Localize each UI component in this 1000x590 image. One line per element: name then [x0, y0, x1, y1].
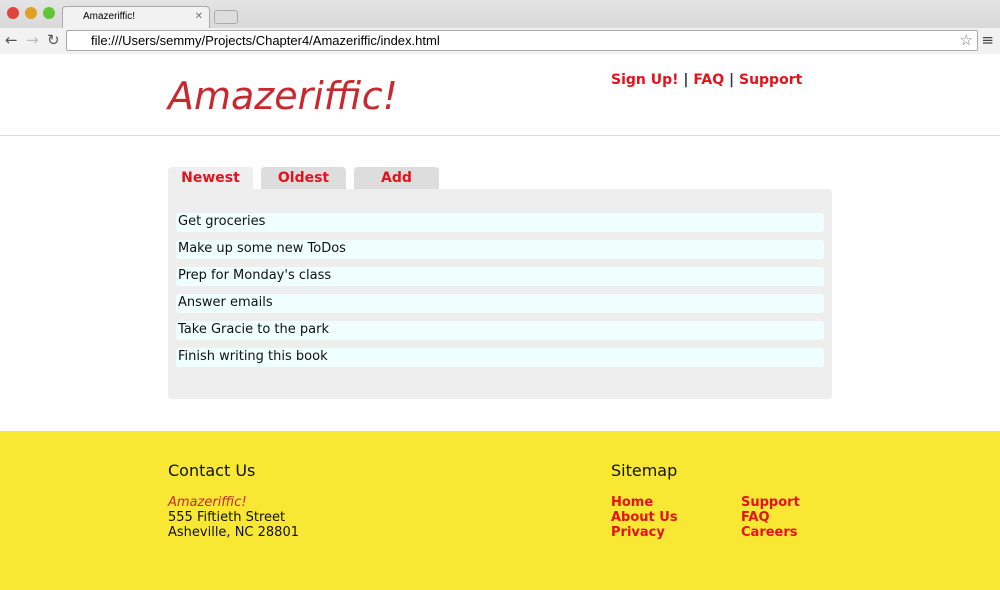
bookmark-star-icon[interactable]: ☆	[960, 31, 973, 49]
close-window-button[interactable]	[7, 7, 19, 19]
sitemap-col-1: Home About Us Privacy	[611, 495, 678, 540]
tab-bar: Newest Oldest Add	[168, 167, 439, 190]
signup-link[interactable]: Sign Up!	[611, 72, 679, 88]
separator: |	[683, 72, 689, 88]
maximize-window-button[interactable]	[43, 7, 55, 19]
address-bar[interactable]: file:///Users/semmy/Projects/Chapter4/Am…	[66, 30, 978, 51]
close-tab-icon[interactable]: ✕	[195, 11, 203, 22]
tab-oldest[interactable]: Oldest	[261, 167, 346, 189]
tab-add[interactable]: Add	[354, 167, 439, 189]
logo: Amazeriffic!	[168, 74, 398, 118]
company-name: Amazeriffic!	[168, 495, 247, 510]
address: Amazeriffic! 555 Fiftieth Street Ashevil…	[168, 495, 299, 540]
main-content: Newest Oldest Add Get groceries Make up …	[0, 136, 1000, 430]
back-icon[interactable]: ←	[5, 31, 18, 49]
reload-icon[interactable]: ↻	[47, 31, 60, 49]
tab-newest[interactable]: Newest	[168, 167, 253, 190]
support-footer-link[interactable]: Support	[741, 495, 800, 510]
list-item: Answer emails	[176, 294, 824, 313]
list-item: Get groceries	[176, 213, 824, 232]
browser-tab[interactable]: Amazeriffic! ✕	[62, 6, 210, 28]
faq-link[interactable]: FAQ	[693, 72, 724, 88]
home-link[interactable]: Home	[611, 495, 678, 510]
browser-chrome: Amazeriffic! ✕ ← → ↻ file:///Users/semmy/…	[0, 0, 1000, 54]
todo-list: Get groceries Make up some new ToDos Pre…	[168, 189, 832, 399]
contact-title: Contact Us	[168, 461, 256, 480]
sitemap-col-2: Support FAQ Careers	[741, 495, 800, 540]
faq-footer-link[interactable]: FAQ	[741, 510, 800, 525]
forward-icon[interactable]: →	[26, 31, 39, 49]
menu-icon[interactable]: ≡	[981, 31, 994, 49]
browser-toolbar: ← → ↻ file:///Users/semmy/Projects/Chapt…	[0, 28, 1000, 54]
site-footer: Contact Us Amazeriffic! 555 Fiftieth Str…	[0, 431, 1000, 590]
list-item: Make up some new ToDos	[176, 240, 824, 259]
url-text: file:///Users/semmy/Projects/Chapter4/Am…	[91, 33, 440, 48]
separator: |	[728, 72, 735, 88]
support-link[interactable]: Support	[739, 72, 802, 88]
about-link[interactable]: About Us	[611, 510, 678, 525]
minimize-window-button[interactable]	[25, 7, 37, 19]
careers-link[interactable]: Careers	[741, 525, 800, 540]
list-item: Take Gracie to the park	[176, 321, 824, 340]
city: Asheville, NC 28801	[168, 525, 299, 540]
new-tab-button[interactable]	[214, 10, 238, 24]
list-item: Prep for Monday's class	[176, 267, 824, 286]
tab-title: Amazeriffic!	[83, 11, 136, 22]
list-item: Finish writing this book	[176, 348, 824, 367]
street: 555 Fiftieth Street	[168, 510, 286, 525]
top-nav: Sign Up! | FAQ | Support	[611, 72, 802, 88]
window-controls	[7, 7, 55, 19]
site-header: Amazeriffic! Sign Up! | FAQ | Support	[0, 54, 1000, 136]
sitemap-title: Sitemap	[611, 461, 678, 480]
privacy-link[interactable]: Privacy	[611, 525, 678, 540]
